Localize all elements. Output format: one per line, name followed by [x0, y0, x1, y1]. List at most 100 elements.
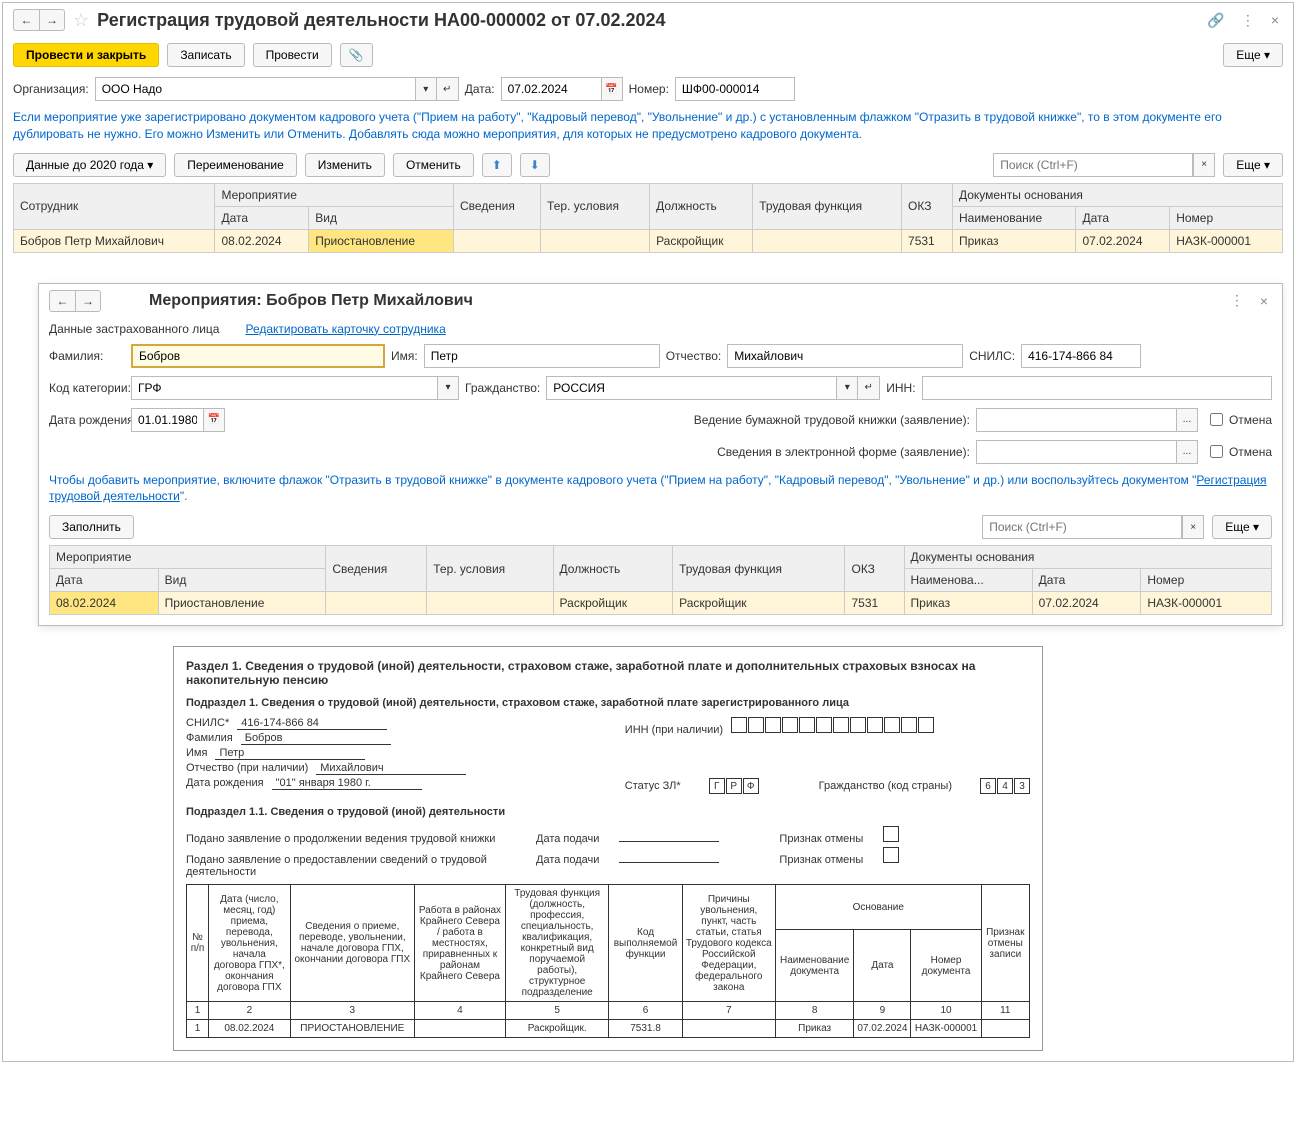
more-button[interactable]: Еще ▾ — [1223, 43, 1283, 67]
electronic-input[interactable] — [976, 440, 1176, 464]
search-clear-button[interactable]: × — [1193, 153, 1215, 177]
cell-docnum: НАЗК-000001 — [1170, 229, 1283, 252]
org-row: Организация: ▾ ↵ Дата: 📅 Номер: — [3, 73, 1293, 105]
cell-okz: 7531 — [902, 229, 953, 252]
cell-docname: Приказ — [952, 229, 1075, 252]
nav-group: ← → — [13, 9, 65, 31]
more-icon[interactable]: ⋮ — [1237, 12, 1259, 29]
date-label: Дата: — [465, 82, 495, 96]
move-up-button[interactable]: ⬆ — [482, 153, 512, 177]
dob-input[interactable] — [131, 408, 203, 432]
forward-button[interactable]: → — [39, 9, 65, 31]
cat-dropdown-button[interactable]: ▾ — [437, 376, 459, 400]
sub-search-clear-button[interactable]: × — [1182, 515, 1204, 539]
paper-label: Ведение бумажной трудовой книжки (заявле… — [694, 413, 970, 427]
favorite-star-icon[interactable]: ☆ — [73, 10, 89, 31]
fam-input[interactable] — [131, 344, 385, 368]
date-calendar-button[interactable]: 📅 — [601, 77, 623, 101]
cell-date: 08.02.2024 — [215, 229, 309, 252]
change-button[interactable]: Изменить — [305, 153, 385, 177]
back-button[interactable]: ← — [13, 9, 39, 31]
table-toolbar: Данные до 2020 года ▾ Переименование Изм… — [3, 147, 1293, 183]
table-more-button[interactable]: Еще ▾ — [1223, 153, 1283, 177]
inn-label: ИНН: — [886, 381, 915, 395]
process-button[interactable]: Провести — [253, 43, 332, 67]
cit-open-button[interactable]: ↵ — [858, 376, 880, 400]
name-input[interactable] — [424, 344, 660, 368]
cit-input[interactable] — [546, 376, 836, 400]
col-docs[interactable]: Документы основания — [952, 183, 1282, 206]
cit-label: Гражданство: — [465, 381, 540, 395]
fam-label: Фамилия: — [49, 349, 125, 363]
col-docdate[interactable]: Дата — [1076, 206, 1170, 229]
main-window: ← → ☆ Регистрация трудовой деятельности … — [2, 2, 1294, 1062]
col-info[interactable]: Сведения — [454, 183, 541, 229]
dob-label: Дата рождения: — [49, 413, 125, 427]
process-close-button[interactable]: Провести и закрыть — [13, 43, 159, 67]
cat-input[interactable] — [131, 376, 437, 400]
col-type[interactable]: Вид — [309, 206, 454, 229]
col-docname[interactable]: Наименование — [952, 206, 1075, 229]
paper-cancel-label: Отмена — [1229, 413, 1272, 427]
cit-dropdown-button[interactable]: ▾ — [836, 376, 858, 400]
col-event[interactable]: Мероприятие — [215, 183, 454, 206]
sub-table-row[interactable]: 08.02.2024 Приостановление Раскройщик Ра… — [50, 592, 1272, 615]
org-open-button[interactable]: ↵ — [437, 77, 459, 101]
page-title: Регистрация трудовой деятельности НА00-0… — [97, 10, 1195, 31]
patr-input[interactable] — [727, 344, 963, 368]
col-date[interactable]: Дата — [215, 206, 309, 229]
edit-card-link[interactable]: Редактировать карточку сотрудника — [245, 322, 445, 336]
main-table: Сотрудник Мероприятие Сведения Тер. усло… — [13, 183, 1283, 253]
sub-window: ← → Мероприятия: Бобров Петр Михайлович … — [38, 283, 1283, 627]
report-table: № п/п Дата (число, месяц, год) приема, п… — [186, 884, 1030, 1038]
attach-button[interactable]: 📎 — [340, 43, 373, 67]
electronic-more-button[interactable]: ... — [1176, 440, 1198, 464]
col-employee[interactable]: Сотрудник — [14, 183, 215, 229]
table-row[interactable]: Бобров Петр Михайлович 08.02.2024 Приост… — [14, 229, 1283, 252]
org-input[interactable] — [95, 77, 415, 101]
dob-calendar-button[interactable]: 📅 — [203, 408, 225, 432]
number-input[interactable] — [675, 77, 795, 101]
col-ter[interactable]: Тер. условия — [541, 183, 650, 229]
close-icon[interactable]: × — [1267, 12, 1283, 28]
inn-boxes — [731, 717, 934, 733]
main-toolbar: Провести и закрыть Записать Провести 📎 Е… — [3, 37, 1293, 73]
insured-label: Данные застрахованного лица — [49, 322, 219, 336]
sub-more-icon[interactable]: ⋮ — [1226, 292, 1248, 309]
report-row: 1 08.02.2024 ПРИОСТАНОВЛЕНИЕ Раскройщик.… — [187, 1020, 1030, 1038]
electronic-cancel-checkbox[interactable] — [1210, 445, 1223, 458]
sub-info-text: Чтобы добавить мероприятие, включите фла… — [39, 468, 1282, 510]
org-dropdown-button[interactable]: ▾ — [415, 77, 437, 101]
col-func[interactable]: Трудовая функция — [753, 183, 902, 229]
paper-cancel-checkbox[interactable] — [1210, 413, 1223, 426]
snils-label: СНИЛС: — [969, 349, 1015, 363]
electronic-cancel-label: Отмена — [1229, 445, 1272, 459]
col-pos[interactable]: Должность — [650, 183, 753, 229]
paper-input[interactable] — [976, 408, 1176, 432]
report-preview: Раздел 1. Сведения о трудовой (иной) дея… — [173, 646, 1043, 1051]
org-label: Организация: — [13, 82, 89, 96]
cell-employee: Бобров Петр Михайлович — [14, 229, 215, 252]
cell-pos: Раскройщик — [650, 229, 753, 252]
cell-docdate: 07.02.2024 — [1076, 229, 1170, 252]
fill-button[interactable]: Заполнить — [49, 515, 134, 539]
sub-search-input[interactable] — [982, 515, 1182, 539]
search-input[interactable] — [993, 153, 1193, 177]
inn-input[interactable] — [922, 376, 1272, 400]
rename-button[interactable]: Переименование — [174, 153, 297, 177]
write-button[interactable]: Записать — [167, 43, 244, 67]
data-2020-button[interactable]: Данные до 2020 года ▾ — [13, 153, 166, 177]
cancel-button[interactable]: Отменить — [393, 153, 474, 177]
link-icon[interactable]: 🔗 — [1203, 12, 1228, 29]
col-okz[interactable]: ОКЗ — [902, 183, 953, 229]
cat-label: Код категории: — [49, 381, 125, 395]
sub-close-icon[interactable]: × — [1256, 293, 1272, 309]
sub-back-button[interactable]: ← — [49, 290, 75, 312]
date-input[interactable] — [501, 77, 601, 101]
move-down-button[interactable]: ⬇ — [520, 153, 550, 177]
paper-more-button[interactable]: ... — [1176, 408, 1198, 432]
sub-forward-button[interactable]: → — [75, 290, 101, 312]
snils-input[interactable] — [1021, 344, 1141, 368]
col-docnum[interactable]: Номер — [1170, 206, 1283, 229]
sub-more-button[interactable]: Еще ▾ — [1212, 515, 1272, 539]
